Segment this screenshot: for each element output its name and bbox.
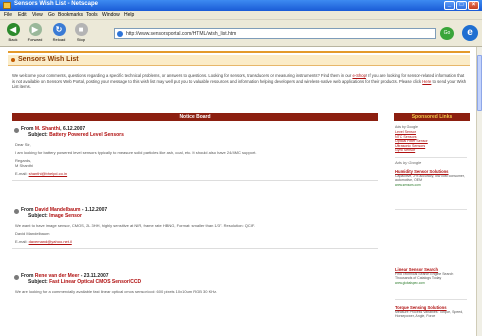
browser-icon (3, 2, 11, 9)
reload-button[interactable]: ↻ Reload (50, 23, 68, 43)
post-subject-text: Image Sensor (49, 213, 82, 219)
page-favicon-icon (117, 31, 123, 37)
post-date: - 1.12.2007 (80, 207, 108, 213)
post-header: From David Mandelbaum - 1.12.2007 Subjec… (12, 207, 378, 220)
maximize-button[interactable]: □ (456, 1, 467, 10)
post-item: From Rene van der Meer - 23.11.2007 Subj… (12, 273, 378, 294)
menu-go[interactable]: Go (48, 12, 55, 18)
address-url: http://www.sensorsportal.com/HTML/wish_l… (126, 31, 237, 37)
post-email: E-mail: shanthi@bhelpd.co.in (15, 171, 68, 176)
menu-view[interactable]: View (32, 12, 43, 18)
top-divider (8, 51, 470, 53)
ad-url[interactable]: www.globalspec.com (395, 281, 469, 285)
subject-label: Subject: (28, 132, 48, 138)
post-line: I am looking for battery powered level s… (15, 150, 257, 155)
stop-icon: ■ (74, 23, 88, 36)
menu-bookmarks[interactable]: Bookmarks (58, 12, 83, 18)
notice-board: Notice Board From M. Shanthi, 6.12.2007 … (12, 113, 378, 336)
forward-arrow-icon: ▶ (28, 23, 42, 36)
title-bar: Sensors Wish List - Netscape _ □ × (0, 0, 482, 11)
back-button[interactable]: ◀ Back (4, 23, 22, 43)
notice-board-header: Notice Board (12, 113, 378, 121)
ad-description: Capacitive, 2% accuracy, low cost consum… (395, 174, 465, 183)
post-bullet-icon (14, 275, 19, 280)
menu-tools[interactable]: Tools (86, 12, 98, 18)
sponsored-links-header: Sponsored Links (394, 113, 470, 121)
post-line: Dear Sir, (15, 142, 31, 147)
menu-bar: File Edit View Go Bookmarks Tools Window… (0, 11, 482, 20)
ads-by-google-label[interactable]: Ads by Google (395, 125, 418, 129)
menu-edit[interactable]: Edit (18, 12, 27, 18)
page-title: Sensors Wish List (18, 56, 79, 63)
menu-window[interactable]: Window (102, 12, 120, 18)
intro-text-1: We welcome your comments, questions rega… (12, 73, 353, 78)
page-heading-bar: Sensors Wish List (8, 55, 470, 66)
ad-url[interactable]: www.sensors.com (395, 183, 469, 187)
post-body: We want to have image sensor, CMOS, 2L 3… (15, 223, 378, 244)
address-bar[interactable]: http://www.sensorsportal.com/HTML/wish_l… (114, 28, 436, 39)
post-line: We are looking for a commercially availa… (15, 289, 218, 294)
go-button[interactable]: Go (440, 27, 454, 40)
post-body: Dear Sir, I am looking for battery power… (15, 142, 378, 176)
stop-label: Stop (76, 37, 86, 42)
ad-link[interactable]: Gyro Sensor (395, 148, 469, 153)
menu-file[interactable]: File (4, 12, 12, 18)
email-link[interactable]: shanthi@bhelpd.co.in (29, 171, 68, 176)
ad-description: Find Technical Search Engine Search Thou… (395, 272, 454, 281)
vertical-scrollbar[interactable] (476, 47, 482, 336)
sidebar-divider (395, 157, 467, 158)
subject-label: Subject: (28, 213, 48, 219)
browser-window: Sensors Wish List - Netscape _ □ × File … (0, 0, 482, 336)
post-line: Regards, M Shanthi (15, 158, 34, 168)
post-subject-text: Battery Powered Level Sensors (49, 132, 124, 138)
sidebar-divider (395, 299, 467, 300)
ad-block[interactable]: Linear Sensor Search Find Technical Sear… (395, 267, 469, 285)
close-button[interactable]: × (468, 1, 479, 10)
post-body: We are looking for a commercially availa… (15, 289, 378, 294)
scrollbar-thumb[interactable] (477, 55, 482, 111)
minimize-button[interactable]: _ (444, 1, 455, 10)
post-subject: Subject: Battery Powered Level Sensors (28, 132, 124, 138)
reload-icon: ↻ (52, 23, 66, 36)
ad-block[interactable]: Torque Sensing Solutions Measure Process… (395, 305, 469, 319)
stop-button[interactable]: ■ Stop (72, 23, 90, 43)
post-divider (12, 248, 378, 249)
post-subject-text: Fast Linear Optical CMOS Sensor/CCD (49, 279, 142, 285)
ad-link-list: Level Sensor NTC Sensors Optical Fiber S… (395, 130, 469, 153)
back-label: Back (8, 37, 18, 42)
post-item: From M. Shanthi, 6.12.2007 Subject: Batt… (12, 126, 378, 181)
email-link[interactable]: davemand@yahoo.net.il (29, 239, 72, 244)
menu-help[interactable]: Help (124, 12, 134, 18)
post-subject: Subject: Fast Linear Optical CMOS Sensor… (28, 279, 141, 285)
heading-bullet-icon (11, 58, 15, 62)
post-header: From Rene van der Meer - 23.11.2007 Subj… (12, 273, 378, 286)
forward-button[interactable]: ▶ Forward (26, 23, 44, 43)
navigation-toolbar: ◀ Back ▶ Forward ↻ Reload ■ Stop http://… (0, 20, 482, 47)
sidebar-divider (395, 209, 467, 210)
post-bullet-icon (14, 209, 19, 214)
back-arrow-icon: ◀ (6, 23, 20, 36)
browser-logo-icon: e (462, 25, 478, 41)
here-link[interactable]: Here (422, 79, 431, 84)
post-bullet-icon (14, 128, 19, 133)
eshop-link[interactable]: e-Shop (352, 73, 366, 78)
window-title: Sensors Wish List - Netscape (14, 1, 98, 7)
reload-label: Reload (52, 37, 66, 42)
intro-paragraph: We welcome your comments, questions rega… (12, 73, 468, 90)
sponsored-links-sidebar: Sponsored Links Ads by Google Level Sens… (394, 113, 470, 336)
google-ads-label: Ads by Google (395, 160, 422, 165)
post-divider (12, 180, 378, 181)
forward-label: Forward (27, 37, 43, 42)
post-line: David Mandelbaum (15, 231, 50, 236)
post-email: E-mail: davemand@yahoo.net.il (15, 239, 72, 244)
post-subject: Subject: Image Sensor (28, 213, 82, 219)
post-header: From M. Shanthi, 6.12.2007 Subject: Batt… (12, 126, 378, 139)
web-page-content: Sensors Wish List We welcome your commen… (0, 47, 476, 336)
ad-block[interactable]: Humidity Sensor Solutions Capacitive, 2%… (395, 169, 469, 187)
ad-description: Measure Process Variables: Torque, Speed… (395, 310, 464, 319)
post-item: From David Mandelbaum - 1.12.2007 Subjec… (12, 207, 378, 249)
post-line: We want to have image sensor, CMOS, 2L 3… (15, 223, 255, 228)
subject-label: Subject: (28, 279, 48, 285)
